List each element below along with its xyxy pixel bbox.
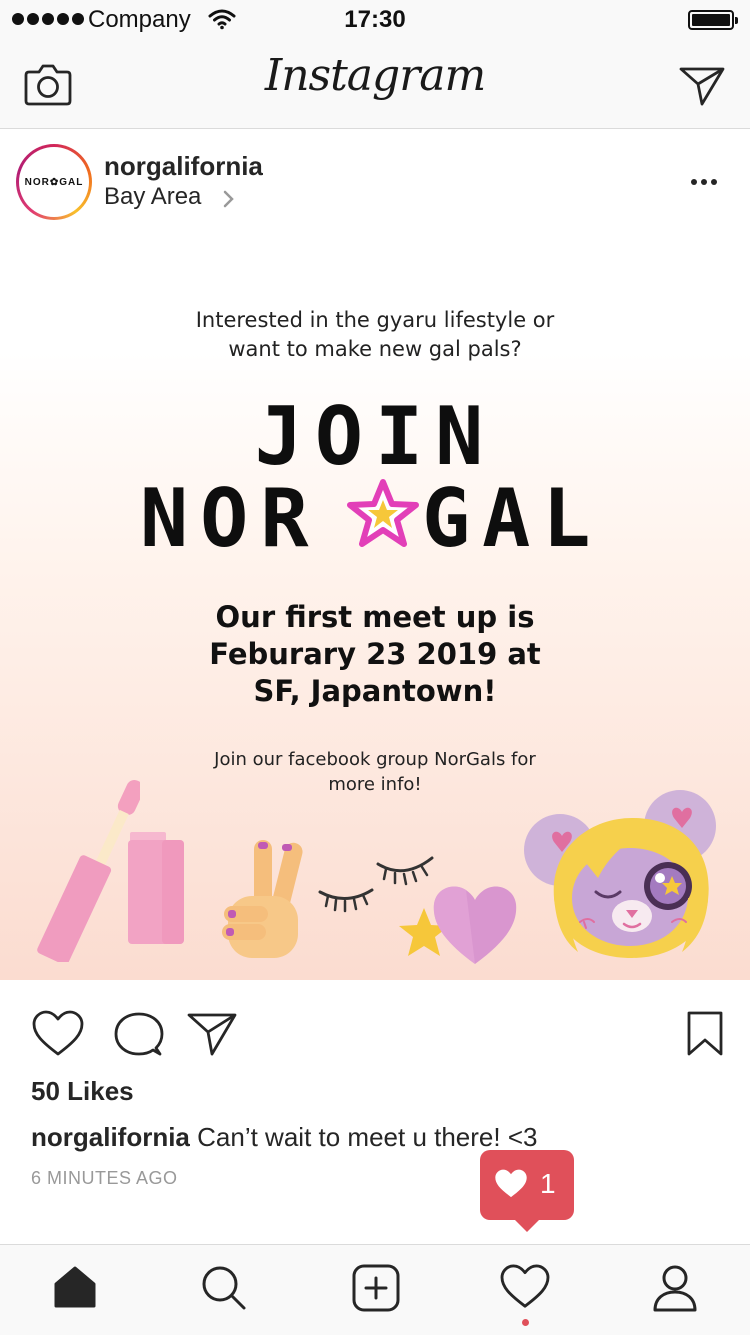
likes-count[interactable]: 50 Likes <box>31 1076 134 1107</box>
post-intro-line-2: want to make new gal pals? <box>228 337 522 361</box>
home-icon[interactable] <box>52 1264 98 1310</box>
meetup-line-1: Our first meet up is <box>215 600 535 634</box>
post-image[interactable]: Interested in the gyaru lifestyle or wan… <box>0 232 750 980</box>
send-icon[interactable] <box>678 64 726 108</box>
post-location[interactable]: Bay Area <box>104 183 201 211</box>
search-icon[interactable] <box>200 1264 248 1312</box>
heart-icon[interactable] <box>32 1010 84 1058</box>
clock: 17:30 <box>344 6 406 33</box>
battery-icon <box>688 10 738 30</box>
heart-icon <box>495 1169 527 1198</box>
post-intro-line-1: Interested in the gyaru lifestyle or <box>195 308 555 332</box>
meetup-line-3: SF, Japantown! <box>253 674 497 708</box>
caption-text: Can’t wait to meet u there! <3 <box>189 1122 538 1152</box>
heart-illustration-icon <box>433 886 517 964</box>
add-icon[interactable] <box>352 1264 400 1312</box>
notification-pointer <box>513 1218 541 1232</box>
app-logo: Instagram <box>264 50 486 101</box>
post-caption: norgalifornia Can’t wait to meet u there… <box>31 1122 537 1153</box>
avatar[interactable]: NOR✿GAL <box>16 144 92 220</box>
headline-gal: GAL <box>422 472 603 565</box>
post-timestamp: 6 MINUTES AGO <box>31 1168 178 1188</box>
lipgloss-illustration-icon <box>37 780 140 962</box>
share-icon[interactable] <box>186 1010 238 1058</box>
activity-icon[interactable] <box>500 1264 550 1310</box>
comment-icon[interactable] <box>114 1010 164 1058</box>
headline-join: JOIN <box>254 390 496 483</box>
meetup-line-2: Feburary 23 2019 at <box>209 637 541 671</box>
headline-nor: NOR <box>140 472 321 565</box>
gal-bear-mascot-icon <box>524 790 716 958</box>
caption-username[interactable]: norgalifornia <box>31 1122 190 1152</box>
avatar-logo-text: NOR✿GAL <box>19 147 89 217</box>
activity-indicator-dot <box>522 1319 529 1326</box>
peace-hand-illustration-icon <box>222 840 303 958</box>
profile-icon[interactable] <box>652 1264 698 1312</box>
notification-count: 1 <box>540 1168 556 1199</box>
more-icon[interactable] <box>686 167 722 197</box>
bookmark-icon[interactable] <box>686 1010 724 1058</box>
post-username[interactable]: norgalifornia <box>104 151 263 182</box>
chevron-right-icon <box>223 190 234 208</box>
lipstick-illustration-icon <box>128 832 184 944</box>
star-icon <box>347 479 419 547</box>
